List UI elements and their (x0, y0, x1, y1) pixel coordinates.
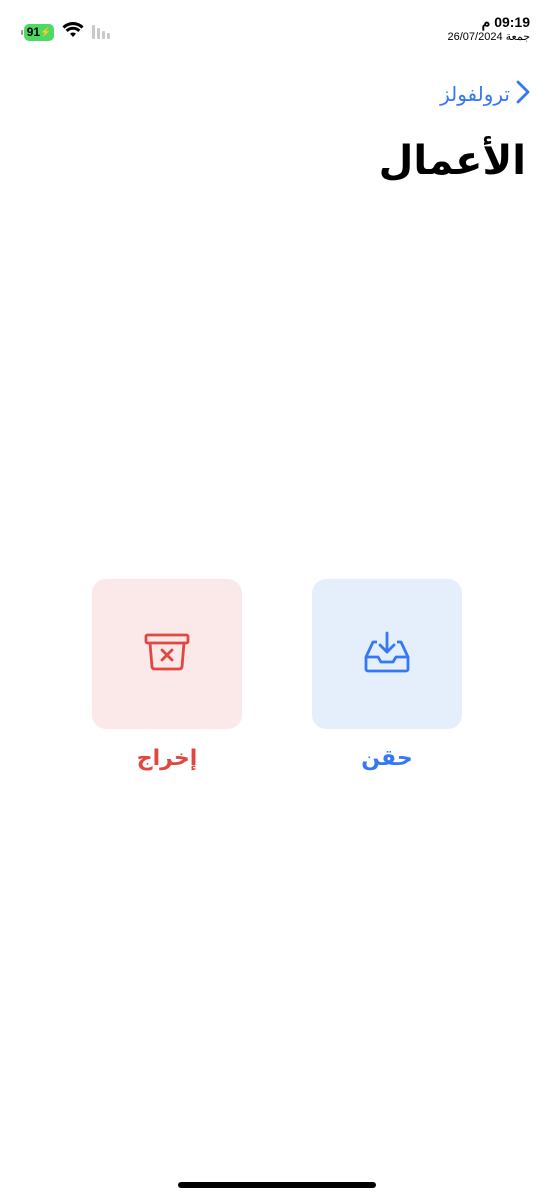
wifi-icon (62, 22, 84, 42)
status-indicators: 91 ⚡ (21, 22, 110, 42)
battery-charging-icon: 91 ⚡ (21, 23, 54, 41)
tray-download-icon (363, 630, 411, 678)
inject-label: حقن (361, 746, 413, 771)
back-button[interactable]: ترولفولز (440, 80, 530, 108)
page-title: الأعمال (378, 138, 526, 184)
eject-button[interactable] (92, 579, 242, 729)
basket-x-icon (143, 632, 191, 676)
back-button-label: ترولفولز (440, 82, 510, 106)
chevron-right-icon (516, 80, 530, 108)
home-indicator[interactable] (178, 1182, 376, 1188)
app-screen: 91 ⚡ 09:19 م جمعة 26/07/2024 ترولفولز ال… (0, 0, 554, 1200)
inject-button[interactable] (312, 579, 462, 729)
charging-bolt-icon: ⚡ (40, 26, 52, 37)
battery-level: 91 (26, 25, 41, 39)
status-time: 09:19 م (481, 14, 530, 30)
status-date: جمعة 26/07/2024 (447, 31, 530, 43)
status-clock: 09:19 م جمعة 26/07/2024 (448, 14, 530, 44)
eject-label: إخراج (136, 746, 198, 771)
status-bar: 91 ⚡ 09:19 م جمعة 26/07/2024 (0, 0, 554, 60)
cellular-signal-icon (92, 25, 110, 39)
